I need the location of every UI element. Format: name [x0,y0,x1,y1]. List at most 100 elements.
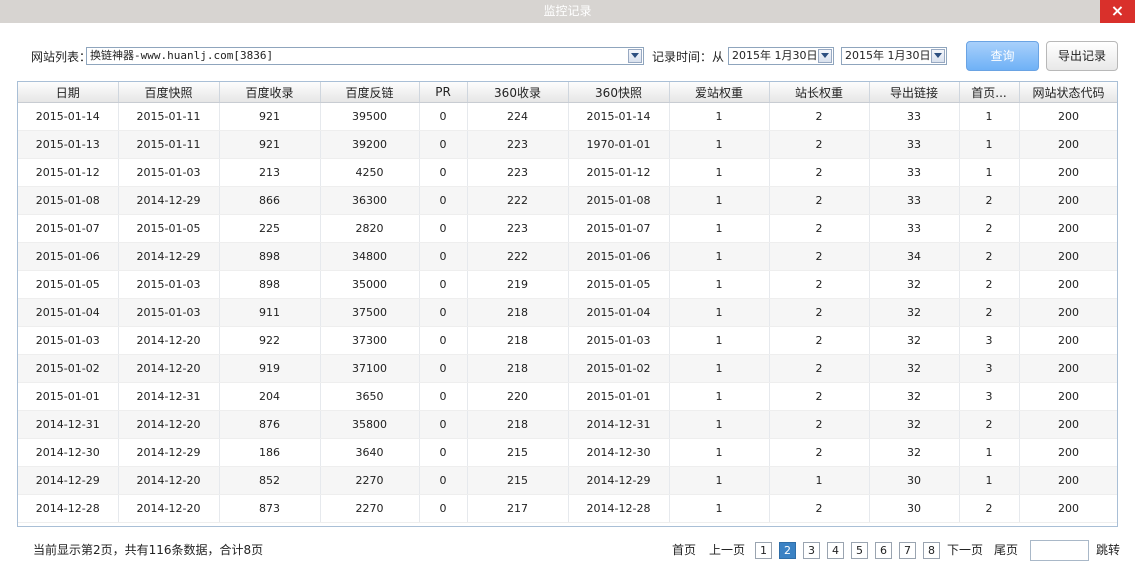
table-cell: 0 [419,354,468,383]
table-cell: 2 [959,410,1020,439]
table-cell: 1 [669,186,770,215]
table-cell: 215 [467,438,569,467]
table-cell: 218 [467,354,569,383]
column-header[interactable]: 爱站权重 [669,82,770,103]
table-cell: 39200 [320,130,420,159]
table-cell: 200 [1019,214,1117,243]
table-row[interactable]: 2015-01-04 2015-01-03 911 37500 0 218 2015-01-… [18,298,1117,327]
table-cell: 2 [959,298,1020,327]
table-cell: 0 [419,242,468,271]
table-cell: 2015-01-03 [18,326,119,355]
table-row[interactable]: 2015-01-14 2015-01-11 921 39500 0 224 2015-01-… [18,102,1117,131]
column-header[interactable]: 网站状态代码 [1019,82,1117,103]
table-cell: 2014-12-30 [568,438,670,467]
date-to-picker[interactable]: 2015年 1月30日 [841,47,947,65]
table-row[interactable]: 2015-01-05 2015-01-03 898 35000 0 219 2015-01-… [18,270,1117,299]
date-from-picker[interactable]: 2015年 1月30日 [728,47,834,65]
page-button-1[interactable]: 1 [755,542,772,559]
table-cell: 2014-12-29 [118,186,220,215]
table-row[interactable]: 2015-01-06 2014-12-29 898 34800 0 222 2015-01-… [18,242,1117,271]
table-cell: 200 [1019,494,1117,523]
table-cell: 2015-01-06 [18,242,119,271]
table-row[interactable]: 2015-01-07 2015-01-05 225 2820 0 223 2015-01-0… [18,214,1117,243]
table-cell: 0 [419,298,468,327]
jump-link[interactable]: 跳转 [1096,541,1120,559]
last-page-link[interactable]: 尾页 [994,541,1018,559]
export-records-button[interactable]: 导出记录 [1046,41,1118,71]
table-row[interactable]: 2015-01-02 2014-12-20 919 37100 0 218 2015-01-… [18,354,1117,383]
table-row[interactable]: 2014-12-28 2014-12-20 873 2270 0 217 2014-12-2… [18,494,1117,523]
chevron-down-icon[interactable] [818,49,832,63]
site-select-value: 换链神器-www.huanlj.com[3836] [90,49,274,62]
table-cell: 200 [1019,158,1117,187]
page-button-8[interactable]: 8 [923,542,940,559]
table-row[interactable]: 2015-01-12 2015-01-03 213 4250 0 223 2015-01-1… [18,158,1117,187]
table-cell: 225 [219,214,321,243]
page-button-3[interactable]: 3 [803,542,820,559]
table-cell: 32 [869,326,960,355]
table-cell: 1 [959,130,1020,159]
column-header[interactable]: 360快照 [568,82,670,103]
table-cell: 1 [669,102,770,131]
table-cell: 1 [669,242,770,271]
page-button-2[interactable]: 2 [779,542,796,559]
prev-page-link[interactable]: 上一页 [709,541,745,559]
column-header[interactable]: 导出链接 [869,82,960,103]
table-cell: 1 [669,354,770,383]
table-cell: 2014-12-29 [568,466,670,495]
table-row[interactable]: 2015-01-08 2014-12-29 866 36300 0 222 2015-01-… [18,186,1117,215]
table-cell: 0 [419,130,468,159]
table-cell: 2015-01-11 [118,102,220,131]
table-cell: 2014-12-29 [18,466,119,495]
chevron-down-icon[interactable] [931,49,945,63]
table-row[interactable]: 2014-12-30 2014-12-29 186 3640 0 215 2014-12-3… [18,438,1117,467]
table-row[interactable]: 2015-01-01 2014-12-31 204 3650 0 220 2015-01-0… [18,382,1117,411]
column-header[interactable]: 360收录 [467,82,569,103]
column-header[interactable]: PR [419,82,468,103]
column-header[interactable]: 百度反链 [320,82,420,103]
page-button-6[interactable]: 6 [875,542,892,559]
column-header[interactable]: 百度收录 [219,82,321,103]
table-cell: 2014-12-29 [118,438,220,467]
table-cell: 2015-01-12 [568,158,670,187]
table-cell: 2 [769,410,870,439]
table-row[interactable]: 2015-01-13 2015-01-11 921 39200 0 223 1970-01-… [18,130,1117,159]
table-cell: 1970-01-01 [568,130,670,159]
table-cell: 200 [1019,410,1117,439]
table-cell: 1 [669,158,770,187]
table-cell: 200 [1019,130,1117,159]
jump-page-input[interactable] [1030,540,1089,561]
table-cell: 224 [467,102,569,131]
table-cell: 2270 [320,466,420,495]
table-cell: 2015-01-03 [568,326,670,355]
chevron-down-icon[interactable] [628,49,642,63]
date-to-value: 2015年 1月30日 [845,49,931,62]
close-button[interactable]: × [1100,0,1135,23]
site-select[interactable]: 换链神器-www.huanlj.com[3836] [86,47,644,65]
page-button-5[interactable]: 5 [851,542,868,559]
next-page-link[interactable]: 下一页 [947,541,983,559]
table-cell: 33 [869,186,960,215]
first-page-link[interactable]: 首页 [672,541,696,559]
table-cell: 200 [1019,242,1117,271]
table-cell: 0 [419,158,468,187]
table-cell: 3640 [320,438,420,467]
page-button-4[interactable]: 4 [827,542,844,559]
column-header[interactable]: 百度快照 [118,82,220,103]
table-row[interactable]: 2014-12-29 2014-12-20 852 2270 0 215 2014-12-2… [18,466,1117,495]
column-header[interactable]: 日期 [18,82,119,103]
page-button-7[interactable]: 7 [899,542,916,559]
query-button[interactable]: 查询 [966,41,1039,71]
table-cell: 1 [669,270,770,299]
table-cell: 2014-12-20 [118,326,220,355]
table-cell: 2014-12-20 [118,466,220,495]
table-cell: 2 [769,438,870,467]
column-header[interactable]: 首页... [959,82,1020,103]
table-cell: 919 [219,354,321,383]
table-cell: 0 [419,494,468,523]
table-cell: 2014-12-30 [18,438,119,467]
table-row[interactable]: 2014-12-31 2014-12-20 876 35800 0 218 2014-12-… [18,410,1117,439]
table-cell: 219 [467,270,569,299]
column-header[interactable]: 站长权重 [769,82,870,103]
table-row[interactable]: 2015-01-03 2014-12-20 922 37300 0 218 2015-01-… [18,326,1117,355]
